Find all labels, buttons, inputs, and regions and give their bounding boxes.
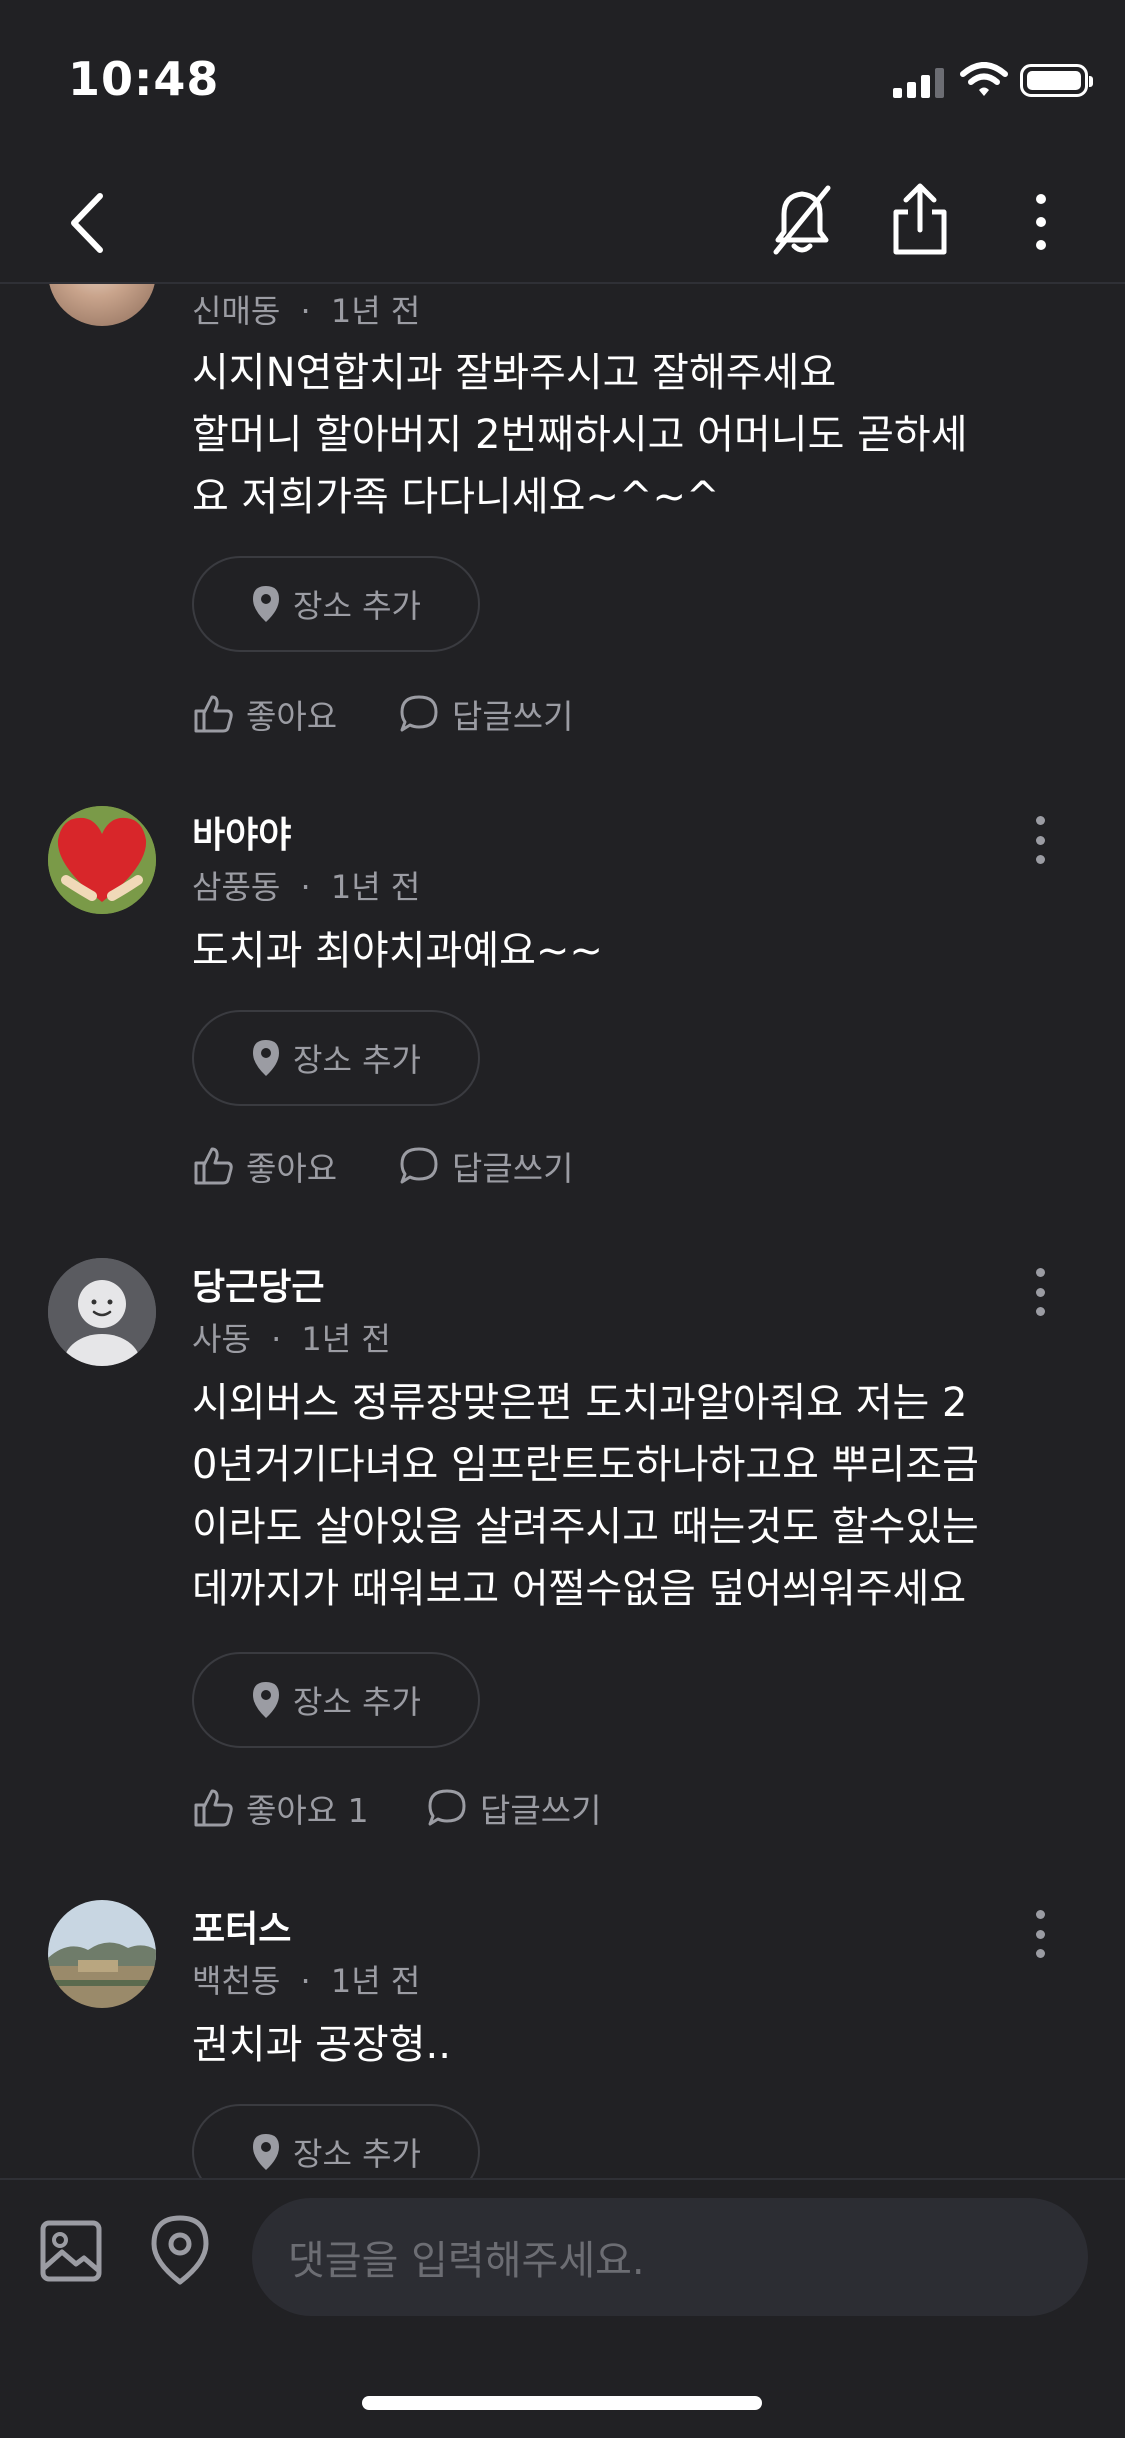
more-vertical-icon[interactable] [1024, 190, 1058, 254]
comment-location: 삼풍동 [192, 868, 281, 906]
avatar[interactable] [48, 806, 156, 914]
reply-label: 답글쓰기 [480, 1791, 602, 1830]
like-button[interactable]: 좋아요 [192, 690, 337, 738]
comment-location: 백천동 [192, 1962, 281, 2000]
comment-time: 1년 전 [330, 868, 421, 906]
battery-icon [1020, 64, 1093, 97]
add-place-button[interactable]: 장소 추가 [192, 1010, 480, 1106]
reply-button[interactable]: 답글쓰기 [398, 1142, 573, 1190]
comment-text: 권치과 공장형.. [192, 2022, 451, 2068]
map-pin-icon [253, 2134, 280, 2170]
comment-meta: 신매동 · 1년 전 [192, 292, 421, 330]
comment-author[interactable]: 포터스 [192, 1900, 291, 1952]
bell-off-icon[interactable] [770, 182, 834, 258]
cellular-signal-icon [893, 68, 944, 98]
comment-more-button[interactable] [1020, 810, 1060, 870]
thumbs-up-icon [194, 1147, 233, 1185]
reply-label: 답글쓰기 [452, 697, 574, 736]
add-place-label: 장소 추가 [293, 2135, 421, 2173]
default-profile-icon [48, 1258, 156, 1366]
map-pin-icon [253, 1040, 280, 1076]
add-place-label: 장소 추가 [293, 1041, 421, 1079]
comment-time: 1년 전 [301, 1320, 391, 1358]
reply-button[interactable]: 답글쓰기 [398, 690, 573, 738]
avatar[interactable] [48, 1900, 156, 2008]
comment-text: 도치과 최야치과예요~~ [192, 928, 603, 974]
comment-meta: 백천동 · 1년 전 [192, 1962, 421, 2000]
comment-more-button[interactable] [1020, 1904, 1060, 1964]
wifi-icon [960, 62, 1008, 96]
share-icon[interactable] [890, 182, 950, 258]
add-place-label: 장소 추가 [293, 587, 421, 625]
reply-label: 답글쓰기 [452, 1149, 574, 1188]
comment-more-button[interactable] [1020, 1262, 1060, 1322]
landscape-photo-icon [48, 1900, 156, 2008]
avatar[interactable] [48, 284, 156, 326]
comment-input[interactable]: 댓글을 입력해주세요. [252, 2198, 1088, 2316]
comment-meta: 삼풍동 · 1년 전 [192, 868, 421, 906]
comment-time: 1년 전 [330, 292, 421, 330]
heart-image-icon [48, 806, 156, 914]
like-label: 좋아요 [246, 1149, 338, 1188]
comment-text: 시지N연합치과 잘봐주시고 잘해주세요 할머니 할아버지 2번째하시고 어머니도… [192, 350, 968, 520]
speech-bubble-icon [428, 1789, 466, 1826]
top-nav-bar [0, 170, 1125, 282]
add-place-button[interactable]: 장소 추가 [192, 1652, 480, 1748]
thumbs-up-icon [194, 1789, 233, 1827]
map-pin-icon [253, 586, 280, 622]
status-time: 10:48 [68, 52, 220, 106]
speech-bubble-icon [400, 695, 438, 732]
comment-meta: 사동 · 1년 전 [192, 1320, 391, 1358]
comment-list[interactable]: 신매동 · 1년 전 시지N연합치과 잘봐주시고 잘해주세요 할머니 할아버지 … [0, 284, 1125, 2178]
comment-time: 1년 전 [330, 1962, 421, 2000]
comment-author[interactable]: 바야야 [192, 806, 291, 858]
add-place-button[interactable]: 장소 추가 [192, 556, 480, 652]
map-pin-icon [253, 1682, 280, 1718]
like-button[interactable]: 좋아요 1 [192, 1784, 369, 1832]
comment-location: 신매동 [192, 292, 281, 330]
comment-text: 시외버스 정류장맞은편 도치과알아줘요 저는 2 0년거기다녀요 임프란트도하나… [192, 1380, 979, 1612]
avatar[interactable] [48, 1258, 156, 1366]
map-pin-outline-icon[interactable] [148, 2214, 212, 2286]
add-place-button[interactable]: 장소 추가 [192, 2104, 480, 2178]
thumbs-up-icon [194, 695, 233, 733]
image-icon[interactable] [38, 2218, 104, 2284]
comment-input-placeholder: 댓글을 입력해주세요. [288, 2238, 645, 2284]
back-chevron-icon[interactable] [62, 188, 112, 258]
like-button[interactable]: 좋아요 [192, 1142, 337, 1190]
like-label: 좋아요 [246, 697, 338, 736]
like-label: 좋아요 1 [246, 1791, 369, 1830]
home-indicator[interactable] [362, 2396, 762, 2410]
add-place-label: 장소 추가 [293, 1683, 421, 1721]
comment-location: 사동 [192, 1320, 251, 1358]
speech-bubble-icon [400, 1147, 438, 1184]
comment-author[interactable]: 당근당근 [192, 1258, 324, 1310]
reply-button[interactable]: 답글쓰기 [426, 1784, 601, 1832]
